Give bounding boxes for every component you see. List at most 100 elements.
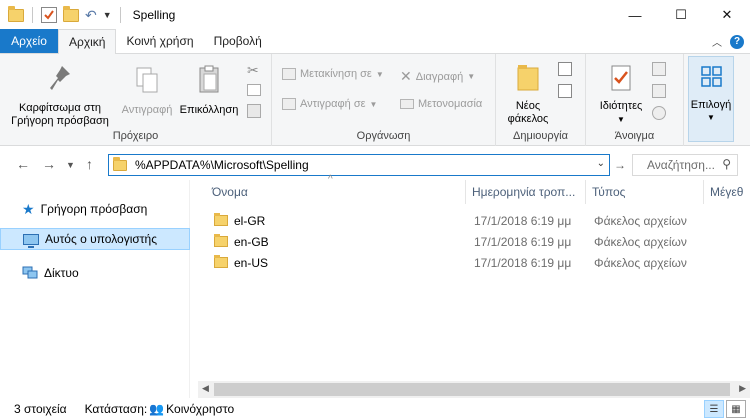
window-controls: — ☐ ✕ [612,0,750,30]
file-row[interactable]: el-GR 17/1/2018 6:19 μμ Φάκελος αρχείων [198,211,698,232]
close-button[interactable]: ✕ [704,0,750,30]
cut-icon[interactable]: ✂ [247,62,259,79]
paste-button[interactable]: Επικόλληση [178,64,240,117]
easy-access-icon[interactable] [558,84,572,98]
pin-quick-access-button[interactable]: Καρφίτσωμα στη Γρήγορη πρόσβαση [6,64,114,128]
maximize-button[interactable]: ☐ [658,0,704,30]
column-label: Όνομα [212,185,248,199]
sidebar-item-network[interactable]: Δίκτυο [0,262,190,284]
open-group-label: Άνοιγμα [614,130,655,142]
open-icon[interactable] [652,62,666,76]
minimize-button[interactable]: — [612,0,658,30]
move-to-label: Μετακίνηση σε [300,68,372,80]
sidebar-item-label: Γρήγορη πρόσβαση [40,202,148,216]
rename-button[interactable]: Μετονομασία [400,98,482,110]
chevron-up-icon[interactable]: ︿ [712,34,722,49]
navigation-pane: ★ Γρήγορη πρόσβαση Αυτός ο υπολογιστής Δ… [0,180,190,398]
new-folder-button[interactable]: Νέος φάκελος [500,62,556,126]
column-header-size[interactable]: Μέγεθ [704,180,750,204]
organize-group: Μετακίνηση σε ▼ Αντιγραφή σε ▼ ✕ Διαγραφ… [272,54,496,146]
file-name: el-GR [234,214,266,228]
history-icon[interactable] [652,106,666,120]
recent-locations-icon[interactable]: ▼ [66,160,75,170]
copy-path-icon[interactable] [247,84,261,96]
copy-button[interactable]: Αντιγραφή [116,64,178,117]
dropdown-icon: ▼ [707,113,715,122]
scroll-left-icon[interactable]: ◀ [202,383,209,394]
file-type: Φάκελος αρχείων [594,235,687,249]
folder-icon [8,5,24,22]
computer-icon [23,233,39,248]
delete-button[interactable]: ✕ Διαγραφή ▼ [400,68,475,85]
column-header-type[interactable]: Τύπος [586,180,704,204]
tab-home[interactable]: Αρχική [58,29,117,54]
window-title: Spelling [132,8,176,22]
address-bar[interactable]: %APPDATA%\Microsoft\Spelling ⌄ [108,154,610,176]
undo-icon[interactable]: ↶ [85,7,97,24]
new-group: Νέος φάκελος Δημιουργία [496,54,586,146]
properties-check-icon[interactable] [41,7,57,23]
new-item-icon[interactable] [558,62,572,76]
sidebar-item-label: Αυτός ο υπολογιστής [45,232,157,246]
open-group: Ιδιότητες ▼ Άνοιγμα [586,54,684,146]
column-header-date[interactable]: Ημερομηνία τροπ... [466,180,586,204]
new-folder-label: Νέος φάκελος [507,100,549,125]
state-value: Κοινόχρηστο [166,402,235,416]
search-input[interactable]: Αναζήτηση... ⚲ [632,154,738,176]
view-toggle: ☰ ▦ [704,400,746,418]
sidebar-item-this-pc[interactable]: Αυτός ο υπολογιστής [0,228,190,250]
address-path: %APPDATA%\Microsoft\Spelling [135,158,309,172]
properties-icon [611,65,631,91]
details-view-icon[interactable]: ☰ [704,400,724,418]
folder-icon [214,213,228,226]
column-label: Τύπος [592,185,626,199]
up-arrow-icon[interactable]: ↑ [86,156,93,172]
copy-icon [136,67,158,93]
select-group[interactable]: Επιλογή ▼ [688,56,734,142]
pin-label: Καρφίτσωμα στη Γρήγορη πρόσβαση [11,102,109,127]
file-name: en-US [234,256,269,270]
folder-icon [214,255,228,268]
paste-label: Επικόλληση [179,104,239,116]
divider [119,7,121,23]
copy-to-button[interactable]: Αντιγραφή σε ▼ [282,98,377,110]
dropdown-icon: ▼ [617,115,625,124]
large-icons-view-icon[interactable]: ▦ [726,400,746,418]
move-to-button[interactable]: Μετακίνηση σε ▼ [282,68,384,80]
clipboard-group: Καρφίτσωμα στη Γρήγορη πρόσβαση Αντιγραφ… [0,54,272,146]
tab-share[interactable]: Κοινή χρήση [116,29,203,53]
file-row[interactable]: en-GB 17/1/2018 6:19 μμ Φάκελος αρχείων [198,232,698,253]
file-date: 17/1/2018 6:19 μμ [474,235,572,249]
dropdown-icon: ▼ [375,69,384,79]
properties-button[interactable]: Ιδιότητες ▼ [590,62,652,126]
edit-icon[interactable] [652,84,666,98]
file-type: Φάκελος αρχείων [594,214,687,228]
new-folder-icon[interactable] [63,5,79,22]
scroll-right-icon[interactable]: ▶ [739,383,746,394]
scrollbar-thumb[interactable] [214,383,730,396]
horizontal-scrollbar[interactable]: ◀ ▶ [198,381,750,398]
file-row[interactable]: en-US 17/1/2018 6:19 μμ Φάκελος αρχείων [198,253,698,274]
ribbon: Καρφίτσωμα στη Γρήγορη πρόσβαση Αντιγραφ… [0,54,750,146]
item-count: 3 στοιχεία [14,402,67,416]
back-arrow-icon[interactable]: ← [16,156,30,172]
paste-shortcut-icon[interactable] [247,104,261,118]
tab-view[interactable]: Προβολή [204,29,272,53]
help-icon[interactable]: ? [730,34,744,49]
select-grid-icon [701,66,722,87]
file-date: 17/1/2018 6:19 μμ [474,214,572,228]
go-arrow-icon[interactable]: → [614,158,626,172]
tab-file[interactable]: Αρχείο [0,29,58,53]
move-icon [282,68,296,80]
forward-arrow-icon[interactable]: → [42,156,56,172]
column-header-name[interactable]: Όνομα [206,180,466,204]
folder-icon [113,156,127,171]
status-bar: 3 στοιχεία Κατάσταση: 👥 Κοινόχρηστο ☰ ▦ [0,398,750,420]
delete-icon: ✕ [400,68,412,84]
folder-icon [214,234,228,247]
title-bar: ↶ ▼ Spelling — ☐ ✕ [0,0,750,30]
search-placeholder: Αναζήτηση... [647,158,715,172]
sidebar-item-quick-access[interactable]: ★ Γρήγορη πρόσβαση [0,198,190,220]
address-dropdown-icon[interactable]: ⌄ [597,158,605,169]
customize-dropdown-icon[interactable]: ▼ [103,10,112,20]
